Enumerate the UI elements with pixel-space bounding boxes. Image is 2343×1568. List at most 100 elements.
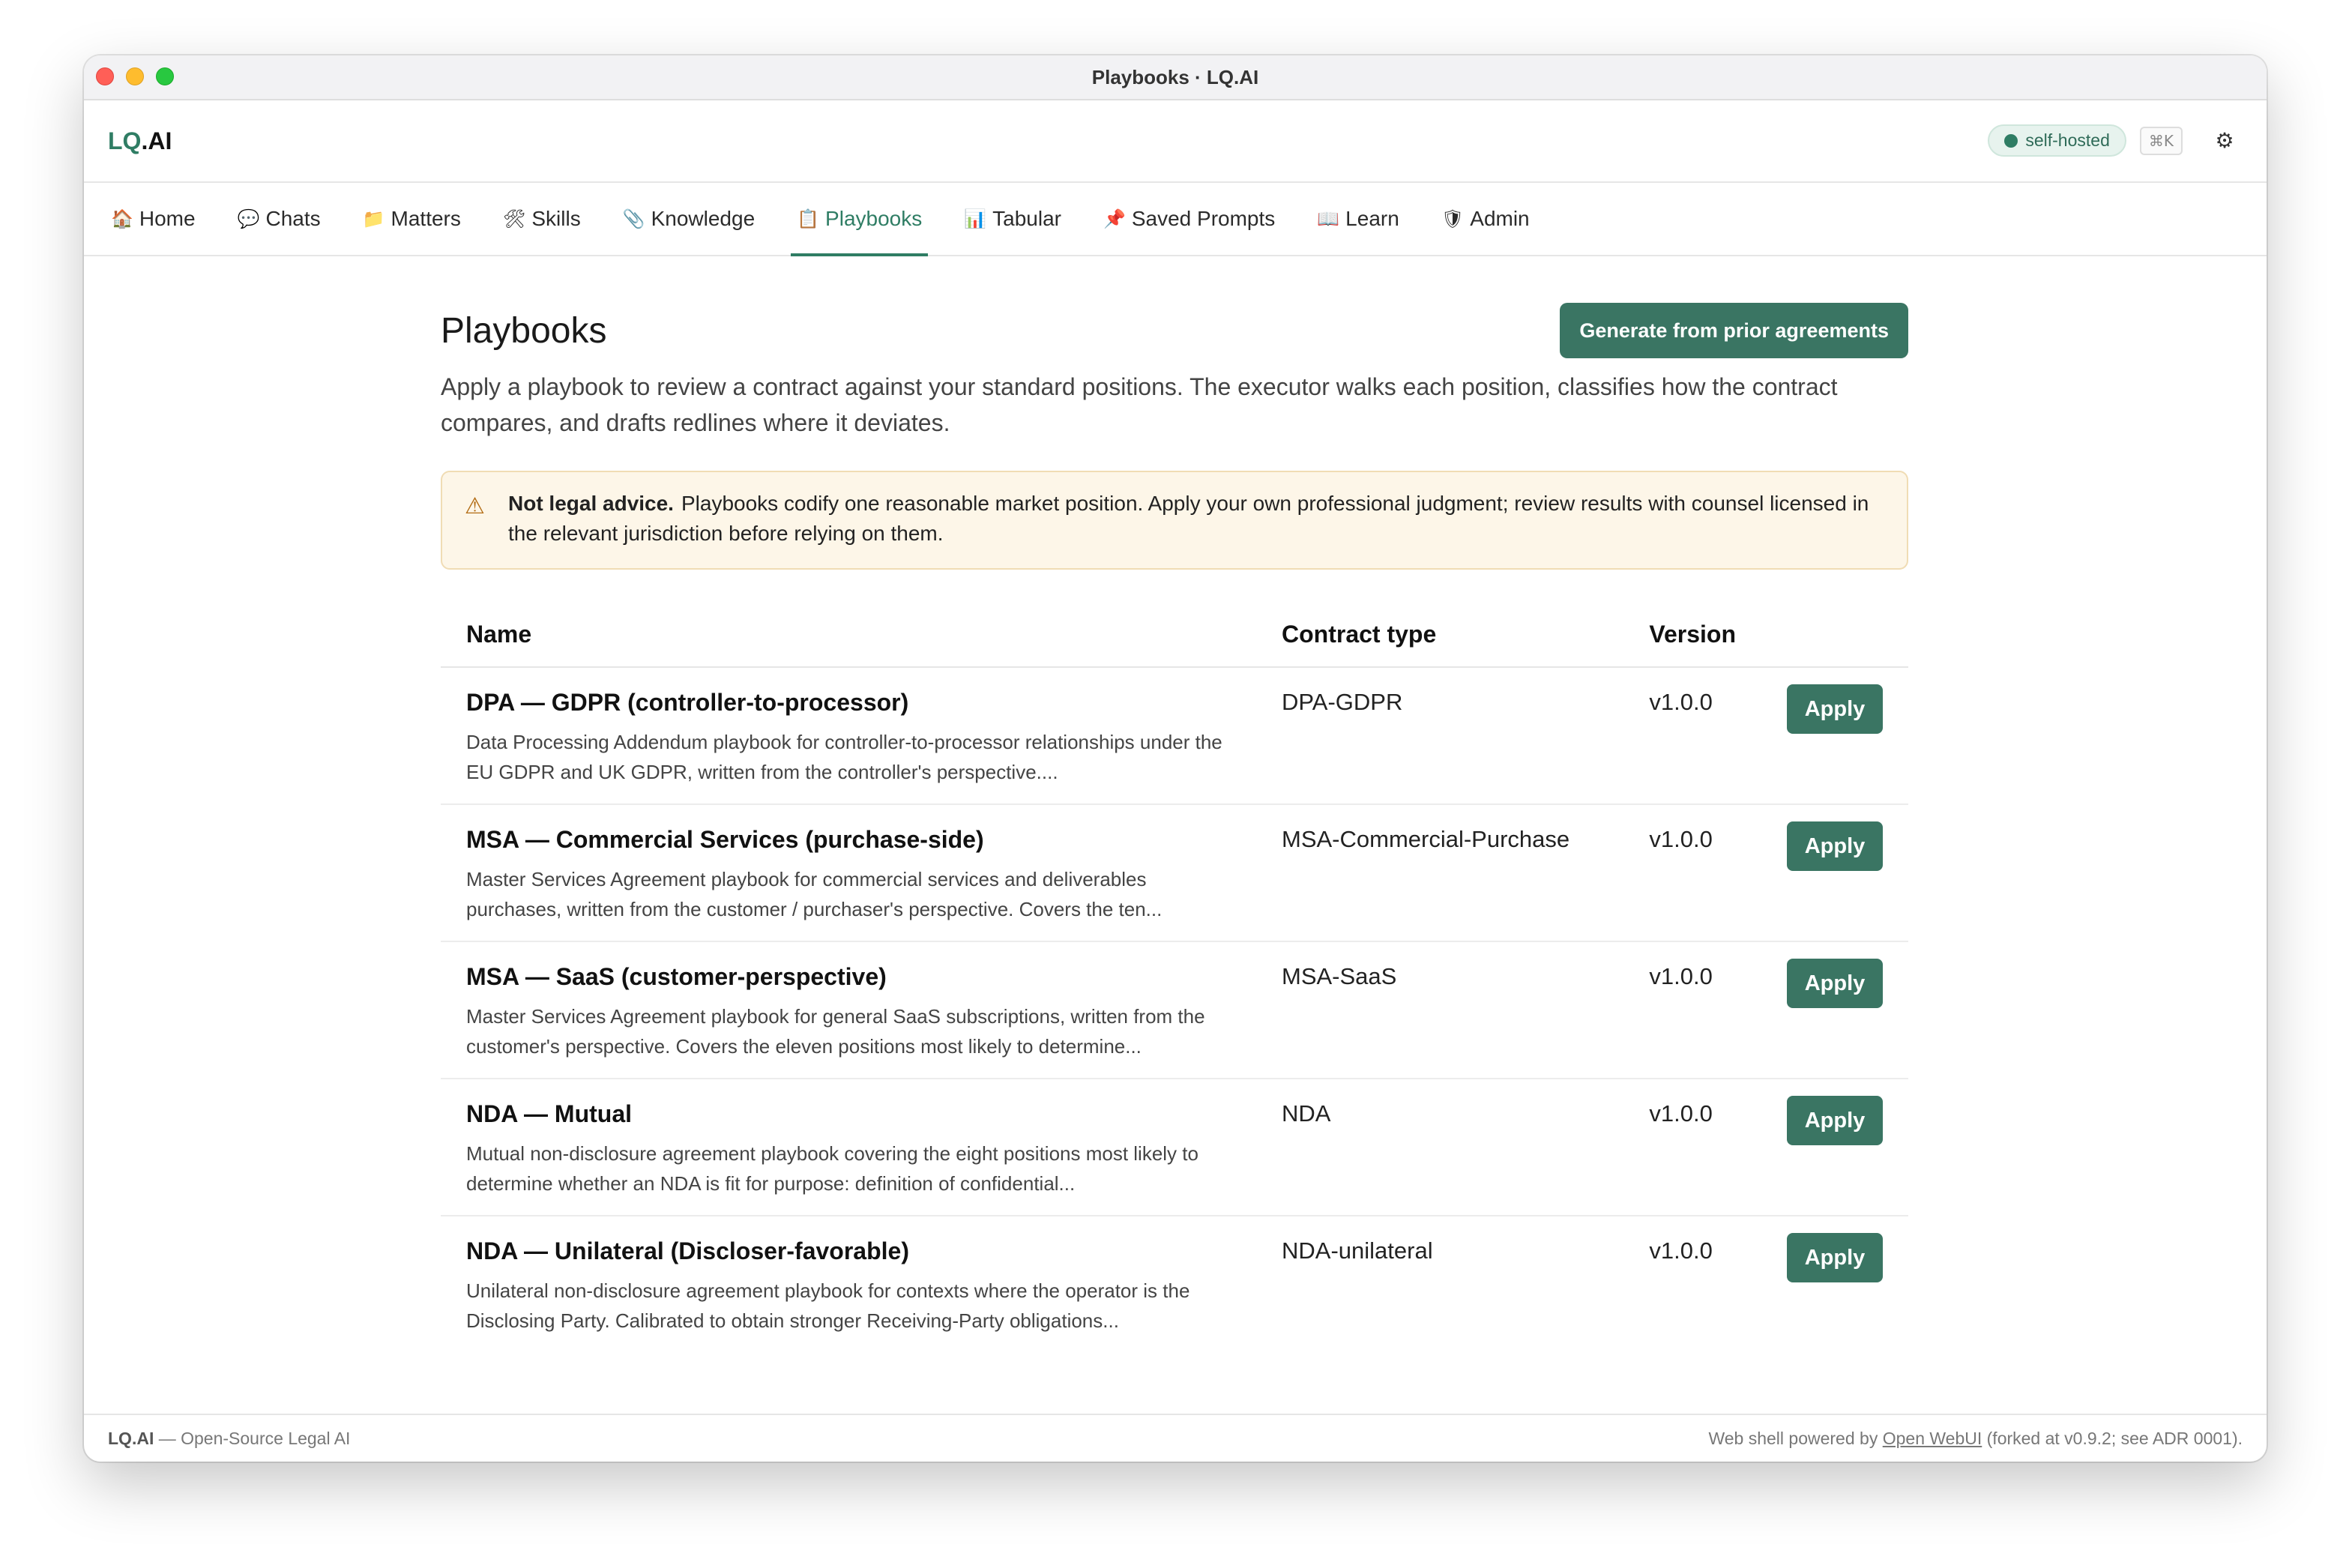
header-actions: self-hosted ⌘K ⚙ [1988, 124, 2237, 157]
minimize-window-button[interactable] [126, 67, 144, 85]
nav-item-playbooks[interactable]: 📋 Playbooks [791, 183, 929, 256]
playbook-description: Mutual non-disclosure agreement playbook… [466, 1142, 1198, 1195]
maximize-window-button[interactable] [156, 67, 174, 85]
status-badge-label: self-hosted [2025, 130, 2110, 150]
open-webui-link[interactable]: Open WebUI [1883, 1429, 1982, 1448]
apply-button[interactable]: Apply [1787, 821, 1883, 871]
status-dot-icon [2004, 133, 2018, 148]
saved-prompts-icon: 📌 [1103, 208, 1126, 229]
nav-item-admin[interactable]: 🛡 Admin [1435, 183, 1536, 255]
playbook-name[interactable]: MSA — Commercial Services (purchase-side… [466, 826, 1231, 854]
playbook-name[interactable]: NDA — Unilateral (Discloser-favorable) [466, 1237, 1231, 1265]
logo[interactable]: LQ.AI [108, 127, 172, 155]
version-cell: v1.0.0 [1623, 667, 1761, 805]
playbook-description: Unilateral non-disclosure agreement play… [466, 1279, 1190, 1332]
playbook-description: Master Services Agreement playbook for c… [466, 868, 1163, 920]
footer-brand-name: LQ.AI [108, 1428, 154, 1448]
apply-button[interactable]: Apply [1787, 1233, 1883, 1282]
version-cell: v1.0.0 [1623, 941, 1761, 1079]
actions-cell: Apply [1761, 941, 1908, 1079]
actions-cell: Apply [1761, 667, 1908, 805]
nav-item-home[interactable]: 🏠 Home [105, 183, 202, 255]
nav-item-label: Tabular [992, 207, 1061, 230]
generate-from-prior-agreements-button[interactable]: Generate from prior agreements [1560, 303, 1908, 358]
nav-item-label: Chats [265, 207, 321, 230]
home-icon: 🏠 [111, 208, 133, 229]
nav-item-label: Skills [531, 207, 581, 230]
admin-icon: 🛡 [1441, 208, 1465, 229]
table-header-row: Name Contract type Version [441, 603, 1908, 668]
playbook-name[interactable]: MSA — SaaS (customer-perspective) [466, 963, 1231, 991]
playbook-name[interactable]: NDA — Mutual [466, 1100, 1231, 1128]
main-nav: 🏠 Home 💬 Chats 📁 Matters 🛠 Skills 📎 Knowledge 📋 Pla… [84, 183, 2267, 256]
disclaimer-text: Playbooks codify one reasonable market p… [508, 492, 1869, 545]
close-window-button[interactable] [96, 67, 114, 85]
legal-disclaimer-banner: ⚠ Not legal advice. Playbooks codify one … [441, 471, 1908, 570]
playbook-description: Master Services Agreement playbook for g… [466, 1005, 1205, 1058]
skills-icon: 🛠 [502, 208, 526, 229]
chats-icon: 💬 [237, 208, 260, 229]
footer: LQ.AI — Open-Source Legal AI Web shell p… [84, 1414, 2267, 1462]
playbook-description: Data Processing Addendum playbook for co… [466, 731, 1222, 783]
app-window: Playbooks · LQ.AI LQ.AI self-hosted ⌘K ⚙… [84, 55, 2267, 1462]
column-header-name[interactable]: Name [441, 603, 1256, 668]
playbook-name-cell: NDA — Unilateral (Discloser-favorable) U… [441, 1216, 1256, 1352]
nav-item-label: Saved Prompts [1131, 207, 1276, 230]
table-row: MSA — Commercial Services (purchase-side… [441, 804, 1908, 942]
nav-item-knowledge[interactable]: 📎 Knowledge [617, 183, 761, 255]
playbook-name-cell: DPA — GDPR (controller-to-processor) Dat… [441, 667, 1256, 805]
window-title: Playbooks · LQ.AI [1091, 65, 1259, 88]
nav-item-skills[interactable]: 🛠 Skills [497, 183, 587, 255]
disclaimer-title: Not legal advice. [508, 492, 674, 515]
table-row: MSA — SaaS (customer-perspective) Master… [441, 941, 1908, 1079]
nav-item-label: Learn [1345, 207, 1399, 230]
tabular-icon: 📊 [964, 208, 987, 229]
matters-icon: 📁 [362, 208, 385, 229]
command-palette-shortcut[interactable]: ⌘K [2139, 126, 2183, 155]
nav-item-matters[interactable]: 📁 Matters [357, 183, 467, 255]
actions-cell: Apply [1761, 1216, 1908, 1352]
column-header-contract-type[interactable]: Contract type [1256, 603, 1624, 668]
apply-button[interactable]: Apply [1787, 1096, 1883, 1145]
actions-cell: Apply [1761, 804, 1908, 942]
nav-item-label: Home [139, 207, 196, 230]
app-header: LQ.AI self-hosted ⌘K ⚙ [84, 100, 2267, 183]
nav-item-label: Admin [1470, 207, 1530, 230]
main-content: Playbooks Generate from prior agreements… [441, 303, 1908, 1352]
nav-item-learn[interactable]: 📖 Learn [1311, 183, 1405, 255]
contract-type-cell: MSA-SaaS [1256, 941, 1624, 1079]
table-row: DPA — GDPR (controller-to-processor) Dat… [441, 667, 1908, 805]
warning-icon: ⚠ [465, 493, 485, 519]
apply-button[interactable]: Apply [1787, 684, 1883, 734]
nav-item-label: Playbooks [825, 207, 923, 230]
column-header-actions [1761, 603, 1908, 668]
contract-type-cell: MSA-Commercial-Purchase [1256, 804, 1624, 942]
table-row: NDA — Mutual Mutual non-disclosure agree… [441, 1079, 1908, 1216]
title-bar: Playbooks · LQ.AI [84, 55, 2267, 100]
footer-credits: Web shell powered by Open WebUI (forked … [1708, 1429, 2243, 1449]
status-badge: self-hosted [1988, 124, 2126, 157]
contract-type-cell: NDA [1256, 1079, 1624, 1216]
nav-item-chats[interactable]: 💬 Chats [232, 183, 327, 255]
footer-brand: LQ.AI — Open-Source Legal AI [108, 1429, 350, 1449]
column-header-version[interactable]: Version [1623, 603, 1761, 668]
actions-cell: Apply [1761, 1079, 1908, 1216]
nav-item-tabular[interactable]: 📊 Tabular [958, 183, 1067, 255]
nav-item-label: Matters [390, 207, 461, 230]
playbooks-table: Name Contract type Version DPA — GDPR (c… [441, 603, 1908, 1352]
footer-tagline: — Open-Source Legal AI [154, 1428, 351, 1448]
playbook-name-cell: MSA — Commercial Services (purchase-side… [441, 804, 1256, 942]
gear-icon[interactable]: ⚙ [2213, 128, 2237, 153]
version-cell: v1.0.0 [1623, 804, 1761, 942]
nav-item-saved-prompts[interactable]: 📌 Saved Prompts [1097, 183, 1281, 255]
page-header: Playbooks Generate from prior agreements [441, 303, 1908, 358]
window-controls [96, 67, 174, 85]
page-title: Playbooks [441, 310, 607, 351]
apply-button[interactable]: Apply [1787, 959, 1883, 1008]
playbook-name-cell: MSA — SaaS (customer-perspective) Master… [441, 941, 1256, 1079]
learn-icon: 📖 [1317, 208, 1340, 229]
logo-ai: .AI [141, 127, 172, 154]
playbook-name[interactable]: DPA — GDPR (controller-to-processor) [466, 689, 1231, 717]
playbook-name-cell: NDA — Mutual Mutual non-disclosure agree… [441, 1079, 1256, 1216]
contract-type-cell: DPA-GDPR [1256, 667, 1624, 805]
